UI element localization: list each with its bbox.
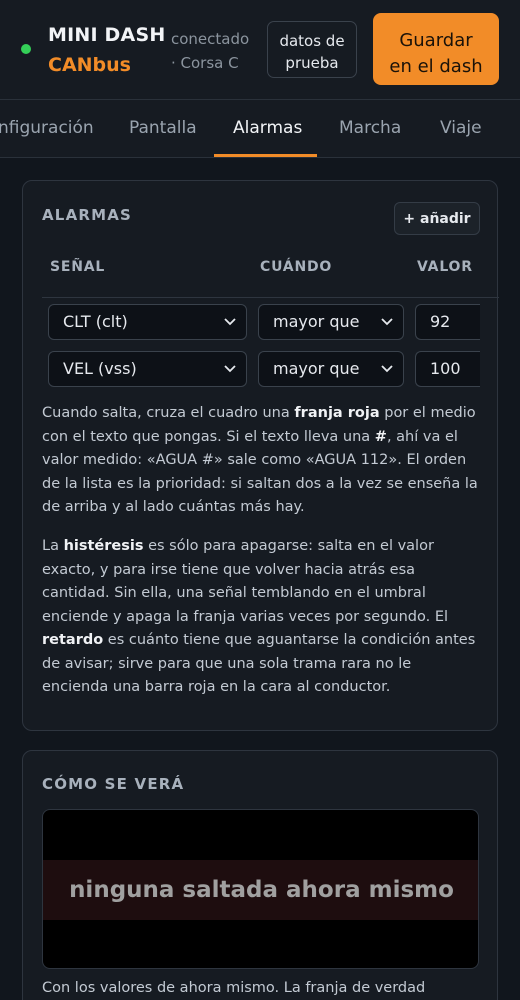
condition-select-value: mayor que bbox=[273, 312, 360, 331]
column-header-signal: SEÑAL bbox=[50, 259, 106, 275]
add-alarm-button[interactable]: + añadir bbox=[394, 202, 480, 235]
alarms-help-paragraph-2: La histéresis es sólo para apagarse: sal… bbox=[42, 535, 482, 700]
alarms-help-paragraph-1: Cuando salta, cruza el cuadro una franja… bbox=[42, 402, 482, 520]
connection-status-dot bbox=[21, 44, 31, 54]
test-data-button-label-2: prueba bbox=[285, 54, 339, 72]
tab-pantalla[interactable]: Pantalla bbox=[129, 100, 197, 157]
preview-message: ninguna saltada ahora mismo bbox=[69, 877, 454, 903]
preview-card: CÓMO SE VERÁ ninguna saltada ahora mismo… bbox=[22, 750, 498, 1000]
chevron-down-icon bbox=[381, 318, 393, 326]
active-tab-indicator bbox=[214, 154, 317, 157]
help2-bold-1: histéresis bbox=[63, 538, 144, 554]
condition-select[interactable]: mayor que bbox=[258, 351, 404, 387]
test-data-button[interactable]: datos de prueba bbox=[267, 21, 357, 78]
tab-configuracion[interactable]: nfiguración bbox=[0, 100, 94, 157]
value-input-text: 100 bbox=[430, 359, 461, 378]
table-header-divider bbox=[42, 297, 499, 298]
value-input[interactable]: 92 bbox=[415, 304, 480, 340]
connection-status-text: conectado bbox=[171, 30, 250, 48]
dash-preview: ninguna saltada ahora mismo bbox=[42, 809, 479, 969]
condition-select[interactable]: mayor que bbox=[258, 304, 404, 340]
signal-select[interactable]: VEL (vss) bbox=[48, 351, 247, 387]
value-input[interactable]: 100 bbox=[415, 351, 480, 387]
chevron-down-icon bbox=[381, 365, 393, 373]
preview-title: CÓMO SE VERÁ bbox=[42, 775, 185, 793]
chevron-down-icon bbox=[224, 365, 236, 373]
signal-select-value: VEL (vss) bbox=[63, 359, 137, 378]
tab-marcha[interactable]: Marcha bbox=[339, 100, 401, 157]
save-to-dash-button[interactable]: Guardar en el dash bbox=[373, 13, 499, 85]
tab-viaje[interactable]: Viaje bbox=[440, 100, 482, 157]
save-button-label-2: en el dash bbox=[389, 56, 483, 77]
app-header: MINI DASH CANbus conectado · Corsa C dat… bbox=[0, 0, 520, 100]
value-input-text: 92 bbox=[430, 312, 451, 331]
preview-footnote: Con los valores de ahora mismo. La franj… bbox=[42, 980, 426, 996]
help2-text-1: La bbox=[42, 538, 64, 554]
alarms-title: ALARMAS bbox=[42, 206, 133, 224]
signal-select[interactable]: CLT (clt) bbox=[48, 304, 247, 340]
test-data-button-label-1: datos de bbox=[279, 32, 345, 50]
signal-select-value: CLT (clt) bbox=[63, 312, 128, 331]
condition-select-value: mayor que bbox=[273, 359, 360, 378]
tab-alarmas[interactable]: Alarmas bbox=[233, 100, 302, 157]
connection-vehicle-text: · Corsa C bbox=[171, 54, 239, 72]
help2-bold-2: retardo bbox=[42, 632, 104, 648]
help1-bold-2: # bbox=[374, 428, 387, 445]
save-button-label-1: Guardar bbox=[399, 30, 473, 51]
brand-subtitle: CANbus bbox=[48, 54, 131, 76]
column-header-value: VALOR bbox=[417, 259, 473, 275]
help1-bold-1: franja roja bbox=[294, 405, 380, 421]
brand-title: MINI DASH bbox=[48, 24, 166, 46]
column-header-when: CUÁNDO bbox=[260, 259, 333, 275]
help2-text-3: es cuánto tiene que aguantarse la condic… bbox=[42, 632, 476, 695]
tab-bar: nfiguración Pantalla Alarmas Marcha Viaj… bbox=[0, 100, 520, 158]
help1-text-1: Cuando salta, cruza el cuadro una bbox=[42, 405, 295, 421]
alarms-card: ALARMAS + añadir SEÑAL CUÁNDO VALOR CLT … bbox=[22, 180, 499, 731]
chevron-down-icon bbox=[224, 318, 236, 326]
